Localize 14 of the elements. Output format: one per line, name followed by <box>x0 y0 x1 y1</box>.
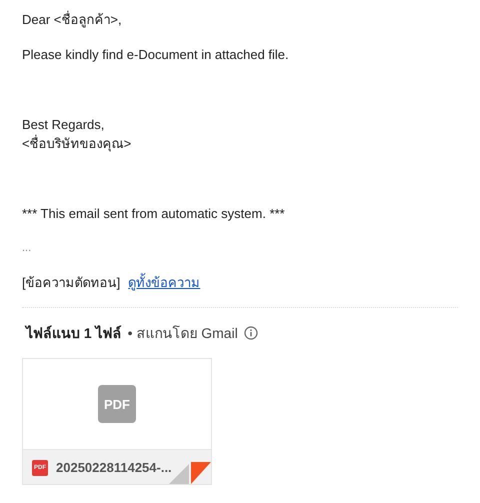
message-text: <ชื่อบริษัทของคุณ> <box>22 135 132 153</box>
message-text: Best Regards, <box>22 116 106 134</box>
message-text: *** This email sent from automatic system. *** <box>22 205 286 223</box>
view-full-message-link[interactable]: ดูทั้งข้อความ <box>128 274 200 292</box>
file-name: 20250228114254-... <box>56 460 172 475</box>
attachments-title: ไฟล์แนบ 1 ไฟล์ <box>26 324 122 343</box>
message-text: Dear <ชื่อลูกค้า>, <box>22 11 123 29</box>
message-text: Please kindly find e-Document in attached file. <box>22 46 290 64</box>
clipped-note: [ข้อความตัดทอน] <box>22 274 120 292</box>
pdf-preview-icon: PDF <box>98 385 136 423</box>
ellipsis-text: ... <box>22 241 32 256</box>
scan-note: • สแกนโดย Gmail <box>128 324 238 343</box>
info-icon[interactable] <box>244 326 258 340</box>
page-corner-icon <box>169 462 211 484</box>
